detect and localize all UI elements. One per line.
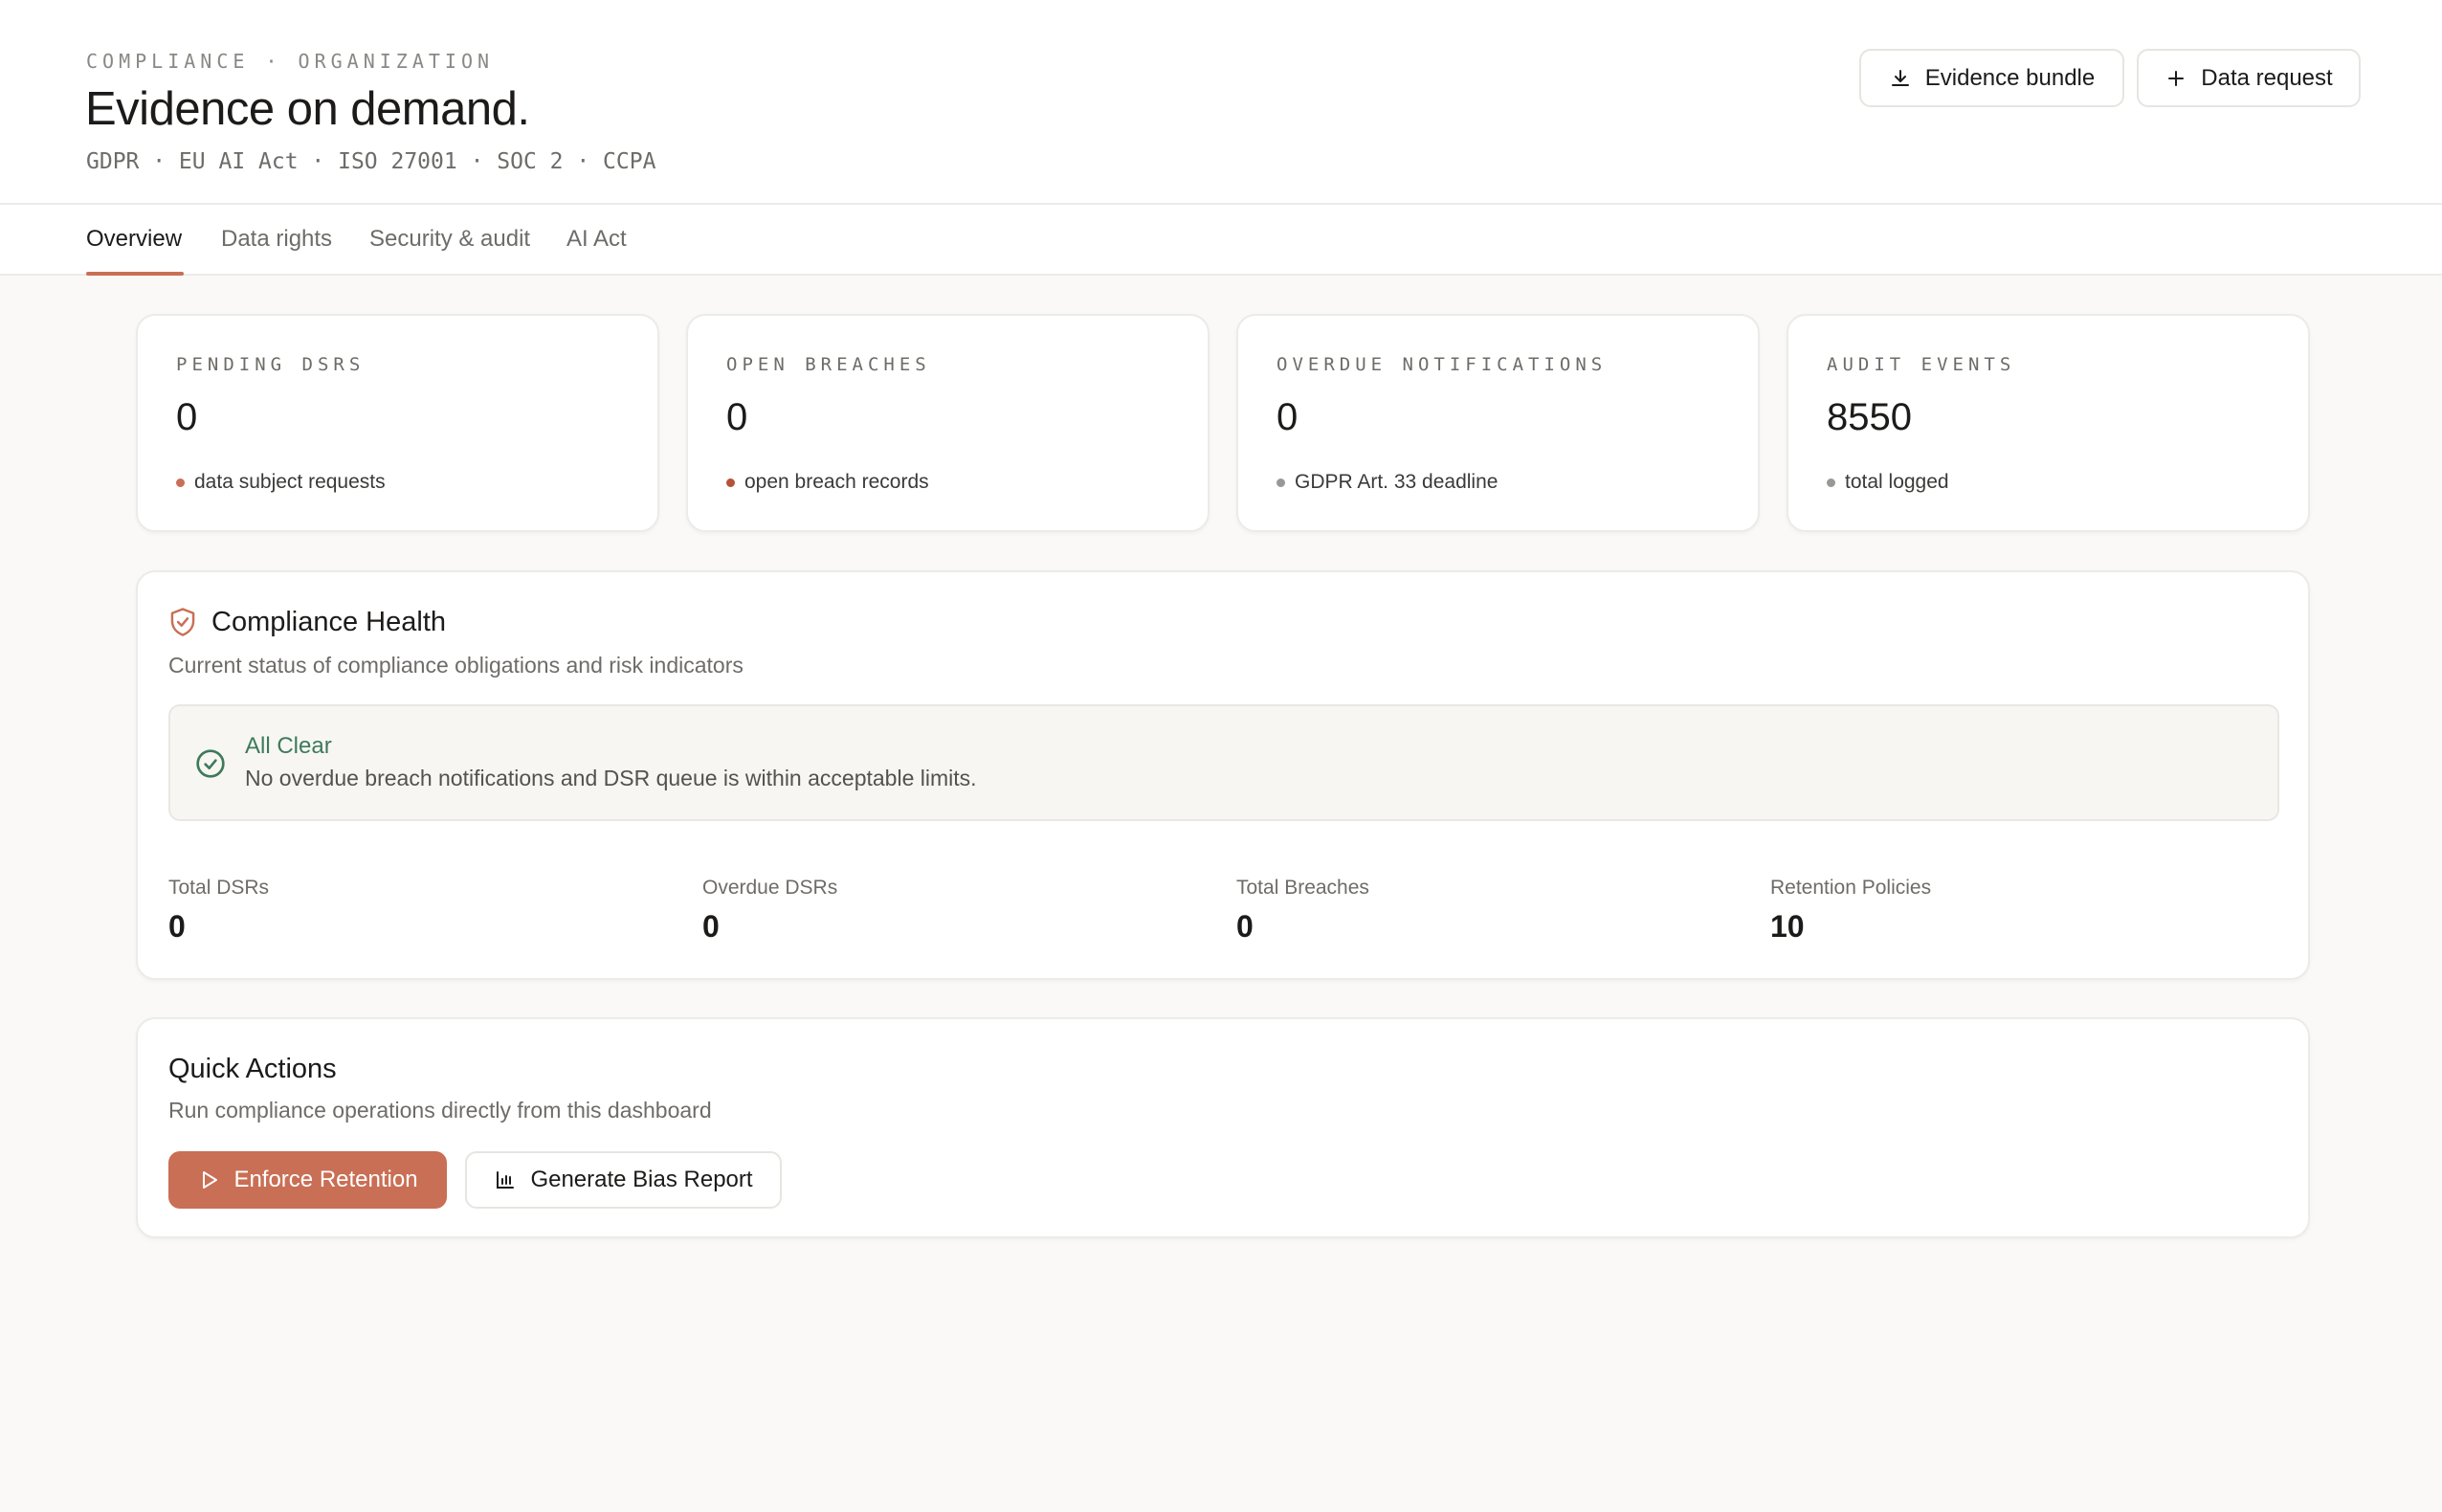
evidence-bundle-button[interactable]: Evidence bundle xyxy=(1859,49,2124,107)
enforce-retention-button[interactable]: Enforce Retention xyxy=(168,1151,447,1209)
stat-label: PENDING DSRS xyxy=(176,354,366,375)
status-dot xyxy=(726,478,735,487)
stat-note: data subject requests xyxy=(176,471,386,494)
metric-label: Total DSRs xyxy=(168,877,270,899)
generate-bias-report-button[interactable]: Generate Bias Report xyxy=(465,1151,782,1209)
stat-card-open-breaches: OPEN BREACHES 0 open breach records xyxy=(686,314,1210,532)
active-tab-indicator xyxy=(86,272,184,276)
generate-bias-report-label: Generate Bias Report xyxy=(530,1167,753,1192)
section-title: Quick Actions xyxy=(168,1054,337,1084)
section-subtitle: Run compliance operations directly from … xyxy=(168,1098,712,1123)
evidence-bundle-label: Evidence bundle xyxy=(1924,64,2096,91)
tab-bar: Overview Data rights Security & audit AI… xyxy=(0,205,2442,276)
status-title: All Clear xyxy=(245,733,332,759)
shield-check-icon xyxy=(170,608,195,636)
bar-chart-icon xyxy=(497,1171,515,1189)
status-dot xyxy=(176,478,185,487)
stat-label: AUDIT EVENTS xyxy=(1827,354,2016,375)
all-clear-banner: All Clear No overdue breach notification… xyxy=(168,704,2279,821)
metric-value: 0 xyxy=(702,909,720,944)
data-request-label: Data request xyxy=(2201,64,2333,91)
metric-value: 0 xyxy=(168,909,186,944)
stat-value: 0 xyxy=(726,396,748,438)
page-header: COMPLIANCE · ORGANIZATION Evidence on de… xyxy=(0,0,2442,205)
page-eyebrow: COMPLIANCE · ORGANIZATION xyxy=(86,50,495,73)
stat-value: 8550 xyxy=(1827,396,1912,438)
stat-note-text: total logged xyxy=(1845,471,1949,493)
stat-label: OPEN BREACHES xyxy=(726,354,931,375)
tab-overview[interactable]: Overview xyxy=(86,226,182,253)
stat-note-text: data subject requests xyxy=(194,471,386,493)
metric-overdue-dsrs: Overdue DSRs 0 xyxy=(702,877,837,945)
tab-data-rights[interactable]: Data rights xyxy=(221,226,332,253)
metric-total-dsrs: Total DSRs 0 xyxy=(168,877,269,945)
download-icon xyxy=(1891,69,1909,86)
stat-label: OVERDUE NOTIFICATIONS xyxy=(1276,354,1608,375)
stat-note: total logged xyxy=(1827,471,1949,494)
tab-ai-act[interactable]: AI Act xyxy=(566,226,627,253)
page-title: Evidence on demand. xyxy=(85,83,530,135)
stat-note-text: GDPR Art. 33 deadline xyxy=(1295,471,1498,493)
status-description: No overdue breach notifications and DSR … xyxy=(245,766,977,790)
compliance-health-card: Compliance Health Current status of comp… xyxy=(136,570,2310,980)
metric-label: Retention Policies xyxy=(1770,877,1932,899)
frameworks-list: GDPR · EU AI Act · ISO 27001 · SOC 2 · C… xyxy=(86,149,656,174)
metric-label: Overdue DSRs xyxy=(702,877,838,899)
plus-icon xyxy=(2168,70,2185,86)
check-circle-icon xyxy=(196,749,225,778)
enforce-retention-label: Enforce Retention xyxy=(233,1167,418,1192)
status-dot xyxy=(1276,478,1285,487)
tab-security-audit[interactable]: Security & audit xyxy=(369,226,530,253)
data-request-button[interactable]: Data request xyxy=(2137,49,2361,107)
stat-card-audit-events: AUDIT EVENTS 8550 total logged xyxy=(1787,314,2310,532)
metric-retention-policies: Retention Policies 10 xyxy=(1770,877,1931,945)
stat-card-pending-dsrs: PENDING DSRS 0 data subject requests xyxy=(136,314,659,532)
play-icon xyxy=(203,1171,218,1189)
quick-actions-card: Quick Actions Run compliance operations … xyxy=(136,1017,2310,1238)
metric-label: Total Breaches xyxy=(1236,877,1369,899)
stat-note: GDPR Art. 33 deadline xyxy=(1276,471,1498,494)
stat-note-text: open breach records xyxy=(744,471,929,493)
stat-value: 0 xyxy=(176,396,198,438)
section-subtitle: Current status of compliance obligations… xyxy=(168,653,744,678)
metric-value: 0 xyxy=(1236,909,1254,944)
metric-total-breaches: Total Breaches 0 xyxy=(1236,877,1369,945)
status-dot xyxy=(1827,478,1835,487)
stat-value: 0 xyxy=(1276,396,1299,438)
stat-card-overdue-notifications: OVERDUE NOTIFICATIONS 0 GDPR Art. 33 dea… xyxy=(1236,314,1760,532)
stat-note: open breach records xyxy=(726,471,929,494)
section-title: Compliance Health xyxy=(211,607,447,637)
metric-value: 10 xyxy=(1770,909,1805,944)
